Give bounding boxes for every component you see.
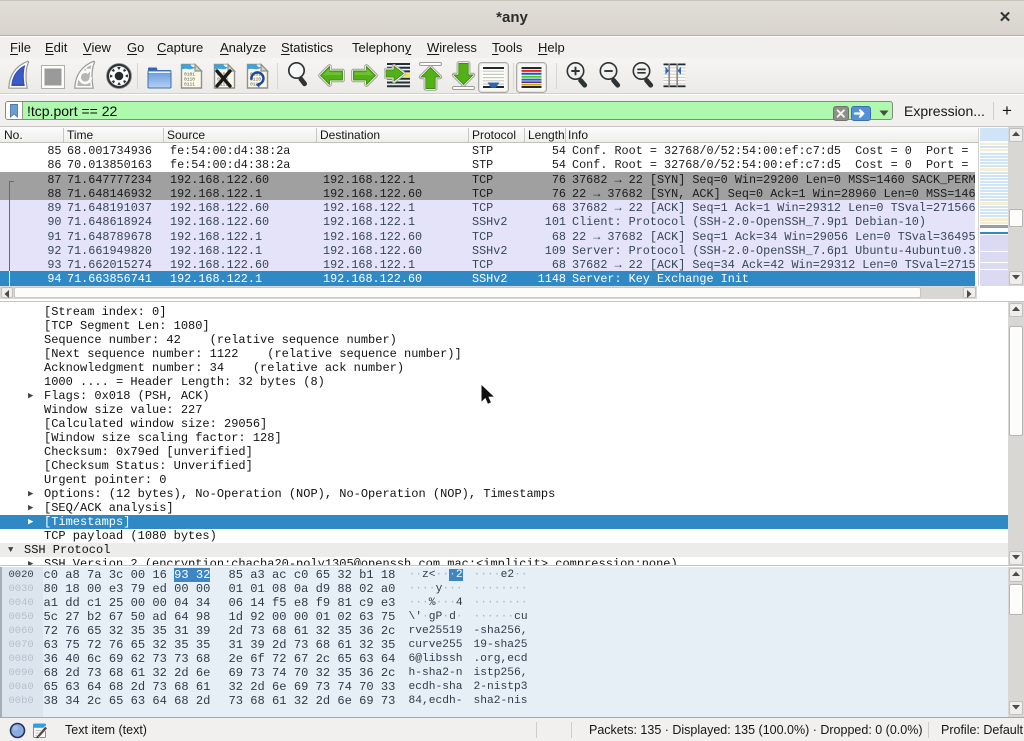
svg-text:0111: 0111 <box>184 82 195 88</box>
